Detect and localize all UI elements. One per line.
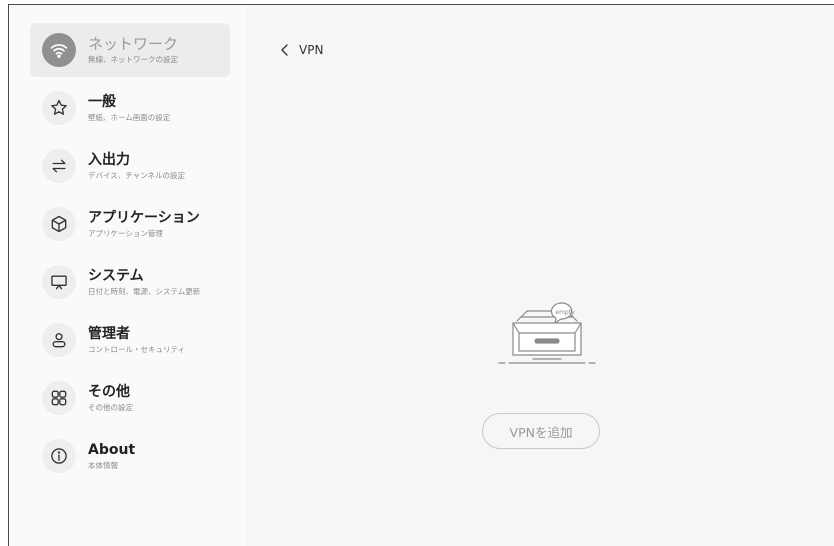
star-icon: [42, 91, 76, 125]
monitor-icon: [42, 265, 76, 299]
sidebar-item-label: About: [88, 442, 136, 458]
sidebar-item-general[interactable]: 一般 壁紙、ホーム画面の設定: [30, 81, 230, 135]
sidebar-item-subtitle: コントロール・セキュリティ: [88, 345, 186, 354]
sidebar-item-applications[interactable]: アプリケーション アプリケーション管理: [30, 197, 230, 251]
sidebar-item-label: 管理者: [88, 326, 130, 342]
settings-window: ネットワーク 無線、ネットワークの設定 一般 壁紙、ホーム画面の設定 入出力 デ…: [8, 4, 834, 546]
sidebar-item-system[interactable]: システム 日付と時刻、電源、システム更新: [30, 255, 230, 309]
sidebar-item-label: 入出力: [88, 152, 130, 168]
grid-icon: [42, 381, 76, 415]
sidebar-item-subtitle: 無線、ネットワークの設定: [88, 55, 178, 64]
cube-icon: [42, 207, 76, 241]
page-title: VPN: [299, 43, 324, 57]
sidebar-item-subtitle: 日付と時刻、電源、システム更新: [88, 287, 201, 296]
add-vpn-button[interactable]: VPNを追加: [482, 413, 600, 449]
sidebar: ネットワーク 無線、ネットワークの設定 一般 壁紙、ホーム画面の設定 入出力 デ…: [9, 5, 246, 546]
sidebar-item-about[interactable]: About 本体情報: [30, 429, 230, 483]
sidebar-item-subtitle: アプリケーション管理: [88, 229, 163, 238]
sidebar-item-subtitle: 本体情報: [88, 461, 118, 470]
sidebar-item-other[interactable]: その他 その他の設定: [30, 371, 230, 425]
empty-inbox-icon: empty: [498, 302, 596, 364]
sidebar-item-label: 一般: [88, 94, 116, 110]
wifi-icon: [42, 33, 76, 67]
sidebar-item-network[interactable]: ネットワーク 無線、ネットワークの設定: [30, 23, 230, 77]
sidebar-item-administrator[interactable]: 管理者 コントロール・セキュリティ: [30, 313, 230, 367]
sidebar-item-subtitle: デバイス、チャンネルの設定: [88, 171, 186, 180]
sidebar-item-label: システム: [88, 268, 144, 284]
user-icon: [42, 323, 76, 357]
sidebar-item-label: アプリケーション: [88, 210, 200, 226]
sidebar-item-label: ネットワーク: [88, 35, 179, 53]
chevron-left-icon: [281, 44, 288, 56]
back-button[interactable]: VPN: [279, 43, 323, 57]
info-icon: [42, 439, 76, 473]
swap-arrows-icon: [42, 149, 76, 183]
empty-badge-text: empty: [555, 309, 575, 316]
sidebar-item-subtitle: その他の設定: [88, 403, 133, 412]
content-pane: VPN empty VPNを追加: [246, 5, 834, 546]
sidebar-item-input-output[interactable]: 入出力 デバイス、チャンネルの設定: [30, 139, 230, 193]
sidebar-item-subtitle: 壁紙、ホーム画面の設定: [88, 113, 171, 122]
sidebar-item-label: その他: [88, 384, 130, 400]
